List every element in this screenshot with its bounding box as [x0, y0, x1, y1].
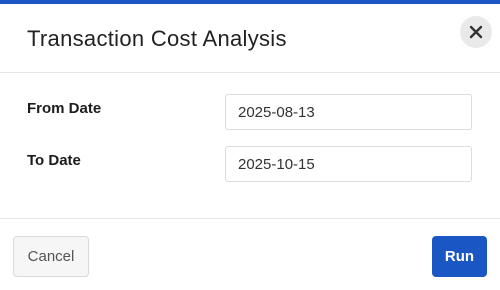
dialog-footer: Cancel Run — [0, 218, 500, 290]
from-date-input[interactable] — [225, 94, 472, 130]
dialog-title: Transaction Cost Analysis — [27, 26, 287, 51]
close-icon — [469, 25, 483, 39]
from-date-row: From Date — [0, 94, 500, 130]
to-date-row: To Date — [0, 146, 500, 182]
run-button[interactable]: Run — [432, 236, 487, 277]
to-date-label: To Date — [27, 152, 81, 169]
to-date-input[interactable] — [225, 146, 472, 182]
dialog-header: Transaction Cost Analysis — [0, 4, 500, 73]
from-date-label: From Date — [27, 100, 102, 117]
cancel-button[interactable]: Cancel — [13, 236, 89, 277]
close-button[interactable] — [460, 16, 492, 48]
transaction-cost-analysis-dialog: Transaction Cost Analysis From Date To D… — [0, 0, 500, 290]
